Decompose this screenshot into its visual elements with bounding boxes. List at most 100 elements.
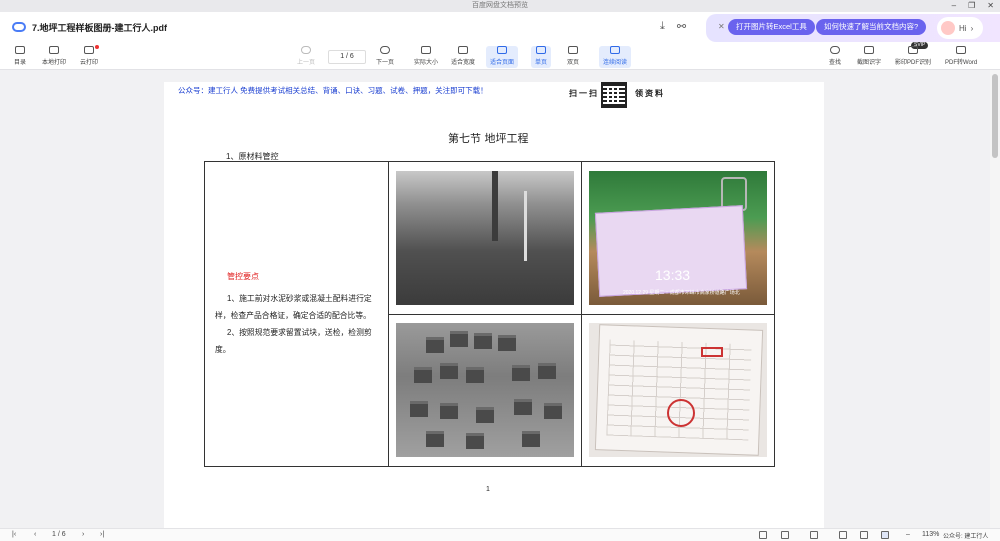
notification-dot [95,45,99,49]
scan-text-left: 扫一扫 [569,89,599,98]
test-block [498,335,516,352]
screenshot-ocr-label: 截图识字 [857,60,882,66]
zoom-out-icon[interactable]: – [906,531,910,538]
photo-cell [581,313,775,467]
double-page-label: 双页 [567,60,580,66]
pdf-to-word-label: PDF转Word [945,60,978,66]
pdf-to-word-icon [956,46,967,54]
fit-width-button[interactable]: 适合宽度 [451,46,475,68]
qr-code-icon [601,82,627,108]
test-block [474,333,492,350]
test-block [538,363,556,380]
photo-cell [388,161,582,315]
zoom-level[interactable]: 113% [922,531,939,538]
scroll-view-icon[interactable] [810,531,818,539]
actual-size-status-icon[interactable] [860,531,868,539]
material-certificate-photo: 13:33 2020.12.29 星期二 ↑ 成都市邛崃市高家桥道路广场北 [589,170,767,305]
baidu-netdisk-logo-icon [12,22,26,32]
fit-width-icon [458,46,468,54]
scan-pdf-icon [908,46,918,54]
assistant-greeting[interactable]: Hi › [937,17,983,39]
cloud-print-button[interactable]: 云打印 [80,46,98,68]
test-block [426,431,444,448]
download-icon[interactable]: ⤓ [660,20,665,33]
test-blocks-photo [396,323,574,458]
restore-icon[interactable]: ❐ [968,0,975,12]
single-page-label: 单页 [535,60,548,66]
test-block [476,407,494,424]
cloud-printer-icon [84,46,94,54]
test-report-photo [589,323,767,458]
pdf-to-word-button[interactable]: PDF转Word [945,46,977,68]
tab-actions: ⤓ ⚯ [660,20,686,33]
single-view-icon[interactable] [759,531,767,539]
actual-size-label: 实际大小 [414,60,439,66]
test-block [544,403,562,420]
close-window-icon[interactable]: ✕ [987,0,994,12]
double-page-button[interactable]: 双页 [567,46,579,68]
screenshot-ocr-button[interactable]: 截图识字 [857,46,881,68]
window-controls: – ❐ ✕ [952,0,994,12]
test-block [426,337,444,354]
actual-size-icon [421,46,431,54]
test-block [466,433,484,450]
greeting-text: Hi [959,23,967,33]
window-title: 百度网盘文档预览 [472,2,528,9]
toc-icon [15,46,25,54]
toc-label: 目录 [14,60,27,66]
photo-cell: 13:33 2020.12.29 星期二 ↑ 成都市邛崃市高家桥道路广场北 [581,161,775,315]
find-label: 查找 [829,60,842,66]
assistant-avatar-icon [941,21,955,35]
photo-timestamp: 13:33 [655,266,691,283]
ask-document-button[interactable]: 如何快速了解当前文档内容? [816,19,927,35]
actual-size-button[interactable]: 实际大小 [414,46,438,68]
vertical-scrollbar[interactable] [990,70,1000,528]
test-block [410,401,428,418]
continuous-read-button[interactable]: 连续阅读 [599,46,632,68]
fit-width-status-icon[interactable] [839,531,847,539]
wechat-notice: 公众号：建工行人 免费提供考试相关总结、背诵、口诀、习题、试卷、押题，关注即可下… [178,86,488,95]
certificate-paper [594,204,748,297]
double-page-icon [568,46,578,54]
fit-page-label: 适合页面 [490,60,515,66]
status-page-indicator[interactable]: 1 / 6 [52,531,66,538]
document-viewer[interactable]: 公众号：建工行人 免费提供考试相关总结、背诵、口诀、习题、试卷、押题，关注即可下… [0,70,1000,528]
photo-cell [388,313,582,467]
last-page-icon[interactable]: ›| [100,531,104,538]
report-sheet [594,324,764,457]
next-page-label: 下一页 [376,60,395,66]
screenshot-icon [864,46,874,54]
prev-page-button[interactable]: 上一页 [297,46,315,68]
prev-page-icon[interactable]: ‹ [34,531,36,538]
scrollbar-thumb[interactable] [992,74,998,158]
close-assistant-icon[interactable]: ✕ [718,22,725,31]
share-icon[interactable]: ⚯ [677,20,686,33]
next-page-button[interactable]: 下一页 [376,46,394,68]
arrow-up-icon [301,46,311,54]
single-page-button[interactable]: 单页 [531,46,552,68]
scan-pdf-ocr-button[interactable]: 影印PDF识别 [895,46,931,68]
minimize-icon[interactable]: – [952,0,956,12]
find-button[interactable]: 查找 [829,46,841,68]
fit-page-icon [497,46,507,54]
search-icon [830,46,840,54]
control-points-title: 管控要点 [227,271,259,281]
watermark-text: 公众号: 建工行人 [943,534,989,540]
next-page-icon[interactable]: › [82,531,84,538]
toc-button[interactable]: 目录 [14,46,26,68]
printer-icon [49,46,59,54]
status-bar: |‹ ‹ 1 / 6 › ›| – 113% 公众号: 建工行人 [0,528,1000,541]
image-to-excel-button[interactable]: 打开图片转Excel工具 [728,19,815,35]
test-block [522,431,540,448]
control-points-cell: 管控要点 1、施工前对水泥砂浆或混凝土配料进行定样，检查产品合格证，确定合适的配… [204,161,389,467]
pipe-shape [492,170,498,241]
first-page-icon[interactable]: |‹ [12,531,16,538]
section-title: 第七节 地坪工程 [448,132,529,145]
local-print-button[interactable]: 本地打印 [42,46,66,68]
double-view-icon[interactable] [781,531,789,539]
page-number-input[interactable]: 1 / 6 [328,50,366,64]
fit-page-button[interactable]: 适合页面 [486,46,519,68]
prev-page-label: 上一页 [297,60,316,66]
window-titlebar: 百度网盘文档预览 – ❐ ✕ [0,0,1000,12]
fit-page-status-icon[interactable] [881,531,889,539]
